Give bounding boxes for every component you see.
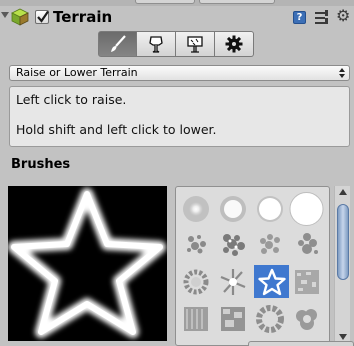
gear-icon xyxy=(225,35,243,53)
place-trees-tool[interactable] xyxy=(137,31,176,57)
foldout-arrow-icon[interactable] xyxy=(1,12,9,18)
brush-icon xyxy=(110,35,126,52)
component-header: Terrain ? ⚙ xyxy=(0,6,354,28)
terrain-toolbar xyxy=(98,31,254,57)
soft-round-brush-icon xyxy=(182,195,209,222)
gear-icon[interactable]: ⚙ xyxy=(336,7,350,25)
brushes-label: Brushes xyxy=(11,157,71,172)
paint-details-tool[interactable] xyxy=(176,31,215,57)
splatter-brush-icon xyxy=(259,233,280,254)
dropdown-arrows-icon xyxy=(339,68,345,78)
noise-brush-icon xyxy=(294,269,319,294)
details-icon xyxy=(187,36,203,53)
checkmark-icon xyxy=(37,10,49,23)
brush-splatter-3[interactable] xyxy=(252,227,287,260)
scroll-thumb[interactable] xyxy=(337,204,349,280)
soft-round-brush-icon xyxy=(219,195,246,222)
ring-noise-brush-icon xyxy=(183,269,208,294)
help-box: Left click to raise. Hold shift and left… xyxy=(9,86,350,147)
brush-hard-round-medium[interactable] xyxy=(252,192,287,225)
presets-icon[interactable] xyxy=(314,10,330,25)
splatter-brush-icon xyxy=(186,234,206,253)
brush-soft-round-medium[interactable] xyxy=(215,192,250,225)
brush-starburst[interactable] xyxy=(215,265,250,298)
starburst-brush-icon xyxy=(220,268,245,295)
ring-noise-brush-icon xyxy=(255,304,284,333)
star-brush-icon xyxy=(257,268,286,295)
star-brush-preview xyxy=(8,188,166,338)
brush-grid xyxy=(175,186,330,346)
brush-noise-square[interactable] xyxy=(289,265,324,298)
brush-ring-noise[interactable] xyxy=(178,265,213,298)
brush-splatter-4[interactable] xyxy=(289,227,324,260)
scroll-down-arrow-icon[interactable] xyxy=(339,334,347,340)
terrain-cube-icon xyxy=(11,8,29,26)
brush-hard-round-large[interactable] xyxy=(289,191,324,226)
brush-soft-round-small[interactable] xyxy=(178,192,213,225)
tool-mode-dropdown[interactable]: Raise or Lower Terrain xyxy=(9,65,350,81)
scroll-up-arrow-icon[interactable] xyxy=(339,189,347,195)
top-tab-right[interactable] xyxy=(199,0,275,4)
brush-grid-scrollbar[interactable] xyxy=(334,186,350,346)
tree-icon xyxy=(149,36,163,53)
cloud-noise-brush-icon xyxy=(295,308,317,330)
component-title: Terrain xyxy=(53,8,113,26)
brush-preview xyxy=(8,186,167,341)
brush-star-selected[interactable] xyxy=(254,265,289,298)
brush-splatter-1[interactable] xyxy=(178,227,213,260)
splatter-brush-icon xyxy=(297,232,318,254)
help-icon[interactable]: ? xyxy=(293,11,306,24)
grass-noise-brush-icon xyxy=(183,306,208,331)
hard-round-brush-icon xyxy=(256,195,283,222)
brush-cloud-noise[interactable] xyxy=(289,302,324,335)
bottom-tab[interactable] xyxy=(248,341,354,346)
paint-height-tool[interactable] xyxy=(98,31,137,57)
brush-ring-noise-2[interactable] xyxy=(252,302,287,335)
help-line-lower: Hold shift and left click to lower. xyxy=(16,122,217,137)
tool-mode-value: Raise or Lower Terrain xyxy=(16,66,138,79)
brush-grass-noise[interactable] xyxy=(178,302,213,335)
brush-rock-noise[interactable] xyxy=(215,302,250,335)
rock-noise-brush-icon xyxy=(220,306,245,331)
settings-tool[interactable] xyxy=(215,31,254,57)
splatter-brush-icon xyxy=(222,233,245,256)
hard-round-brush-icon xyxy=(289,191,324,226)
top-tab-left[interactable] xyxy=(135,0,195,4)
enabled-checkbox[interactable] xyxy=(35,10,49,24)
help-line-raise: Left click to raise. xyxy=(16,92,127,107)
brush-splatter-2[interactable] xyxy=(215,227,250,260)
